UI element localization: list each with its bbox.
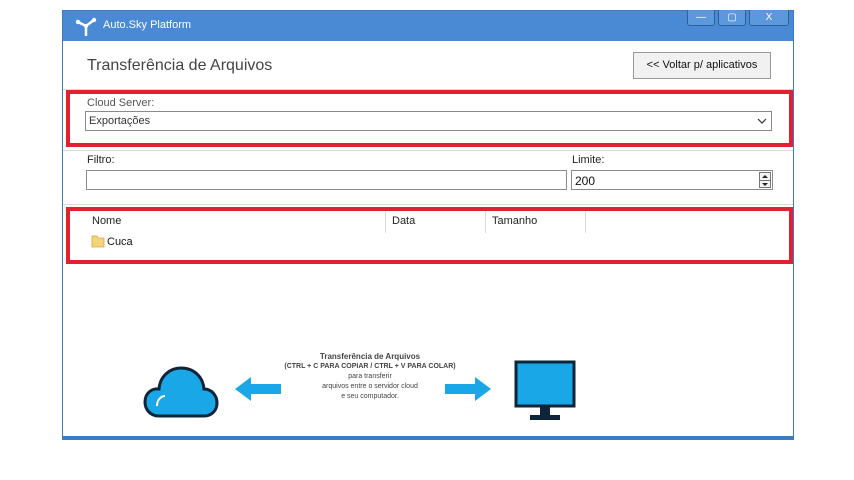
file-name: Cuca: [107, 236, 133, 248]
info-line: e seu computador.: [341, 393, 399, 400]
arrow-right-icon: [445, 377, 491, 401]
column-header-data[interactable]: Data: [392, 215, 415, 227]
divider: [63, 204, 793, 205]
spinner-up-icon[interactable]: [760, 173, 770, 180]
column-separator: [485, 211, 486, 233]
column-header-tamanho[interactable]: Tamanho: [492, 215, 537, 227]
spinner-down-icon[interactable]: [760, 180, 770, 188]
minimize-button[interactable]: —: [687, 10, 715, 26]
title-bar[interactable]: Auto.Sky Platform — ▢ X: [63, 10, 793, 41]
cloud-server-select[interactable]: Exportações: [85, 111, 772, 131]
monitor-icon: [514, 360, 576, 420]
window-bottom-border: [63, 436, 793, 439]
chevron-down-icon: [757, 118, 767, 124]
filtro-label: Filtro:: [87, 154, 115, 166]
cloud-icon: [143, 366, 219, 418]
filtro-input[interactable]: [86, 170, 567, 190]
limite-spinner: [759, 172, 771, 188]
divider: [63, 150, 793, 151]
folder-icon: [91, 235, 105, 248]
limite-label: Limite:: [572, 154, 605, 166]
cloud-server-label: Cloud Server:: [87, 97, 155, 109]
cloud-server-value: Exportações: [89, 115, 151, 127]
app-logo-icon: [75, 17, 97, 36]
info-panel: Transferência de Arquivos (CTRL + C PARA…: [270, 352, 470, 402]
maximize-button[interactable]: ▢: [718, 10, 746, 26]
info-line: para transferir: [348, 373, 392, 380]
info-shortcut: (CTRL + C PARA COPIAR / CTRL + V PARA CO…: [284, 363, 456, 370]
back-to-apps-button[interactable]: << Voltar p/ aplicativos: [633, 52, 771, 79]
column-separator: [585, 211, 586, 233]
limite-stepper[interactable]: 200: [571, 170, 773, 190]
file-list-highlight: [66, 207, 793, 264]
app-title: Auto.Sky Platform: [103, 19, 192, 31]
window-controls: — ▢ X: [687, 10, 789, 26]
info-title: Transferência de Arquivos: [319, 352, 421, 361]
page-title: Transferência de Arquivos: [87, 57, 273, 74]
info-line: arquivos entre o servidor cloud: [322, 383, 418, 390]
column-separator: [385, 211, 386, 233]
limite-value: 200: [575, 174, 596, 188]
column-header-nome[interactable]: Nome: [92, 215, 121, 227]
close-button[interactable]: X: [749, 10, 789, 26]
